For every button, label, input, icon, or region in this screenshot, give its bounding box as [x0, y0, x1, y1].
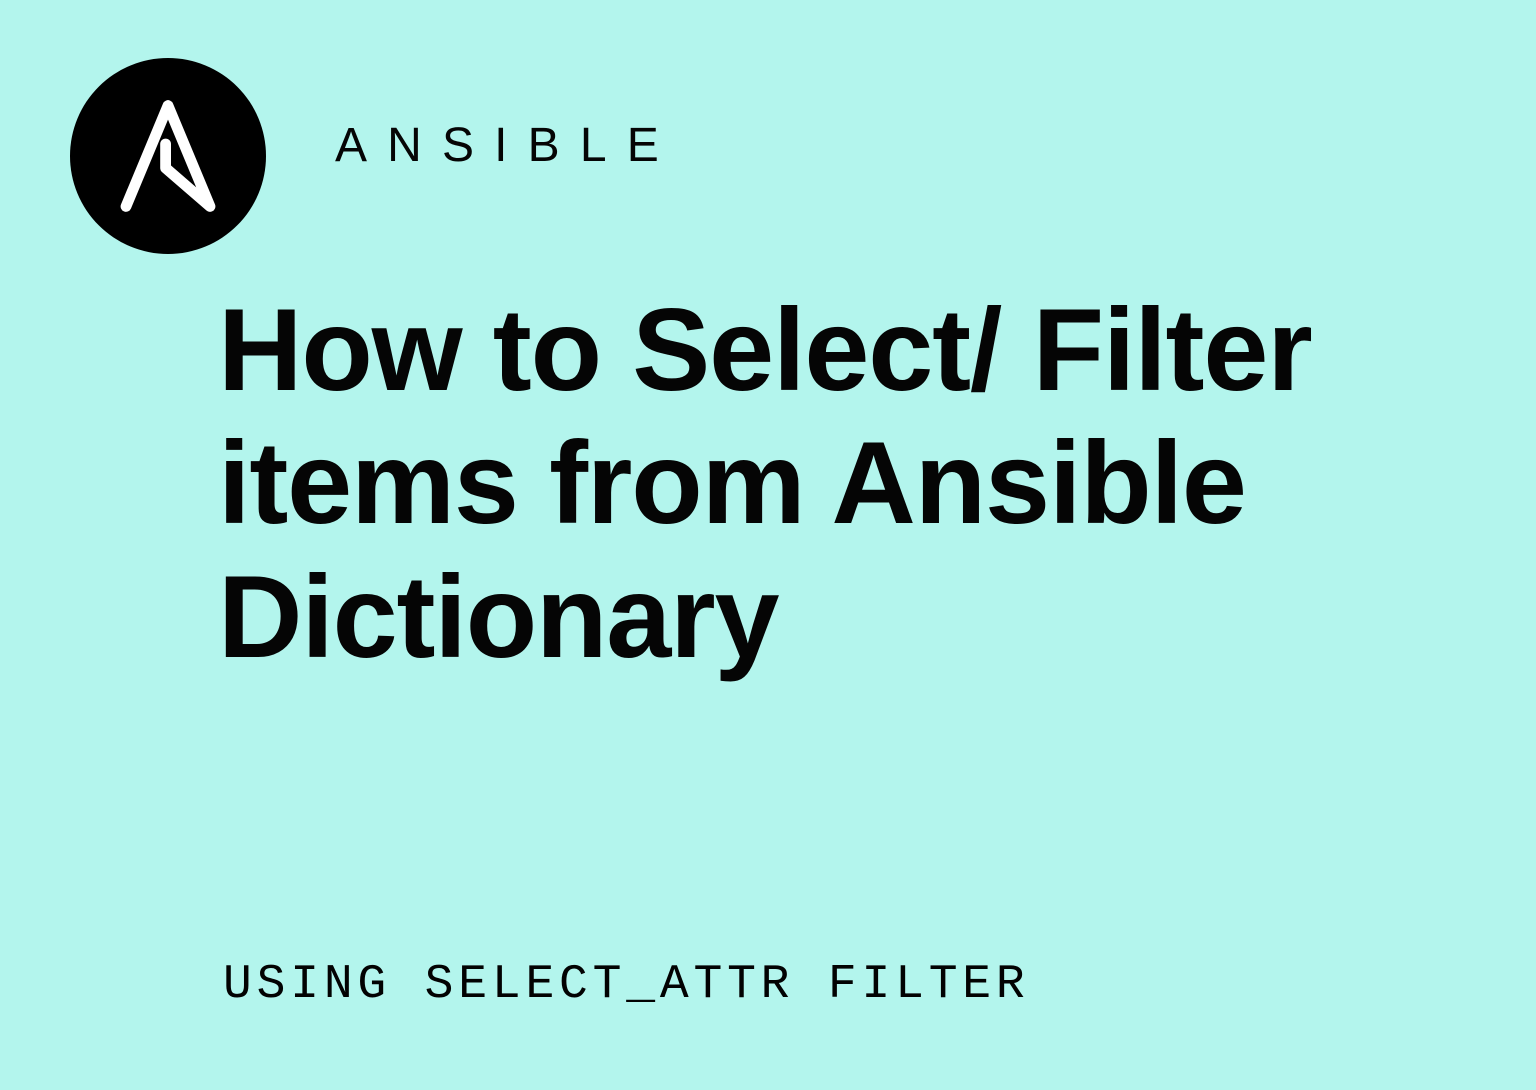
- main-title: How to Select/ Filter items from Ansible…: [218, 283, 1536, 683]
- ansible-logo-circle: [70, 58, 266, 254]
- subtitle-text-content: USING SELECT_ATTR FILTER: [223, 958, 1030, 1012]
- subtitle: USING SELECT_ATTR FILTER: [223, 958, 1030, 1012]
- brand-label: ANSIBLE: [335, 118, 679, 173]
- title-text-content: How to Select/ Filter items from Ansible…: [218, 284, 1312, 682]
- brand-text-content: ANSIBLE: [335, 119, 679, 172]
- ansible-logo-icon: [108, 96, 228, 216]
